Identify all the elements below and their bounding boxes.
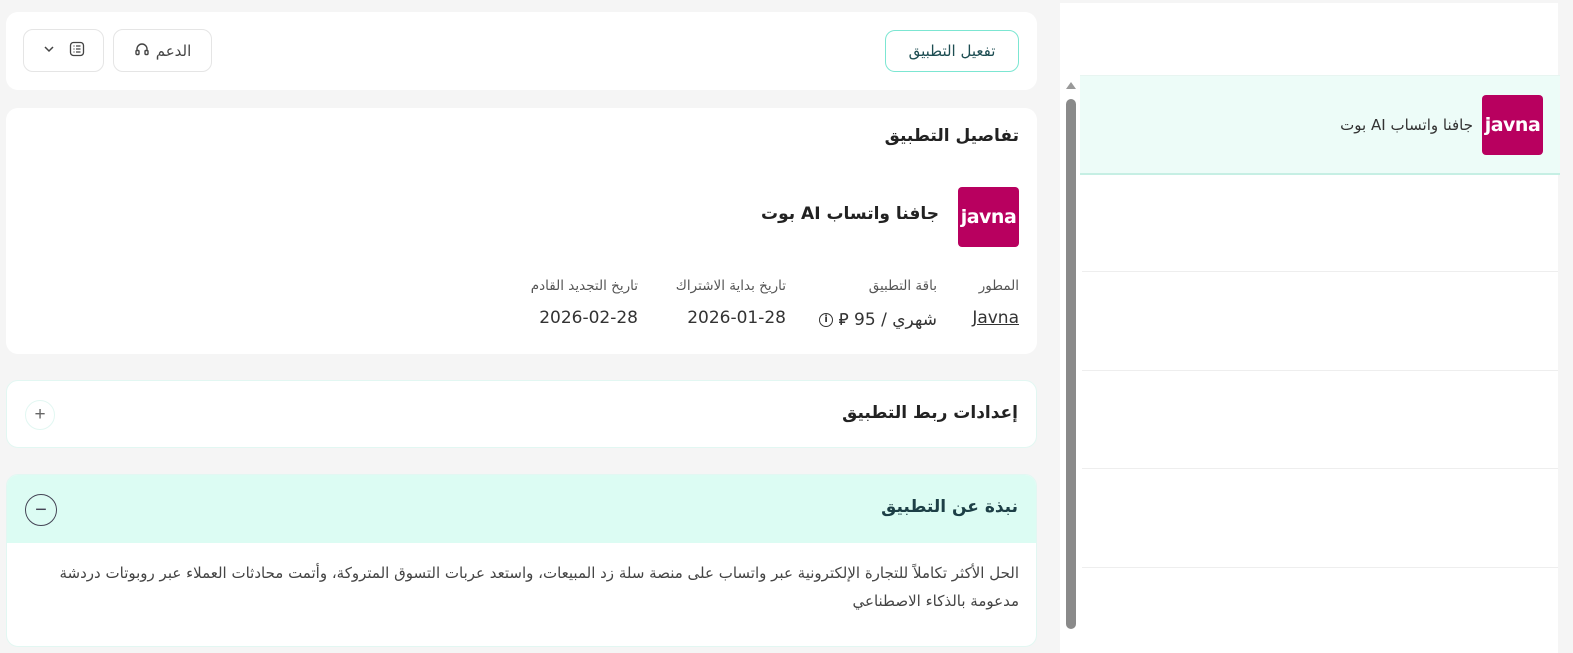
list-item[interactable]: javna جافنا واتساب AI بوت [1080, 75, 1560, 175]
app-screen: تفعيل التطبيق الدعم تفاصيل التطبيق javna… [0, 0, 1573, 653]
view-menu-dropdown[interactable] [23, 29, 104, 72]
scroll-up-arrow-icon[interactable] [1066, 82, 1076, 89]
developer-info: المطور Javna [972, 278, 1019, 328]
activate-app-button[interactable]: تفعيل التطبيق [885, 30, 1019, 72]
list-item-name: جافنا واتساب AI بوت [1340, 116, 1473, 134]
renewal-date-value: 2026-02-28 [539, 308, 638, 328]
list-divider [1082, 271, 1558, 272]
renewal-date-label: تاريخ التجديد القادم [530, 278, 638, 294]
about-description: الحل الأكثر تكاملاً للتجارة الإلكترونية … [59, 564, 1019, 610]
top-toolbar: تفعيل التطبيق الدعم [6, 12, 1037, 90]
developer-link[interactable]: Javna [972, 308, 1019, 328]
list-item-logo: javna [1482, 95, 1543, 155]
list-divider [1082, 468, 1558, 469]
linking-settings-accordion[interactable]: إعدادات ربط التطبيق + [6, 380, 1037, 448]
support-button[interactable]: الدعم [113, 29, 212, 72]
details-title: تفاصيل التطبيق [884, 126, 1019, 146]
info-icon[interactable]: i [819, 313, 834, 327]
linking-title: إعدادات ربط التطبيق [842, 403, 1018, 423]
app-details-card: تفاصيل التطبيق javna جافنا واتساب AI بوت… [6, 108, 1037, 354]
headphones-icon [134, 41, 150, 61]
minus-icon[interactable]: − [25, 494, 57, 526]
about-header[interactable]: نبذة عن التطبيق − [7, 475, 1036, 543]
plus-icon[interactable]: + [25, 400, 55, 430]
list-divider [1082, 567, 1558, 568]
chevron-down-icon [43, 43, 55, 58]
plan-value: شهري / 95 ⃁ [838, 310, 937, 330]
start-date-value: 2026-01-28 [687, 308, 786, 328]
about-title: نبذة عن التطبيق [881, 497, 1018, 517]
renewal-date-info: تاريخ التجديد القادم 2026-02-28 [531, 278, 638, 328]
main-content: تفعيل التطبيق الدعم تفاصيل التطبيق javna… [6, 12, 1037, 647]
list-icon [69, 41, 85, 60]
plan-info: باقة التطبيق شهري / 95 ⃁ i [815, 278, 937, 330]
list-divider [1082, 370, 1558, 371]
scrollbar-thumb[interactable] [1066, 99, 1076, 629]
about-accordion: نبذة عن التطبيق − الحل الأكثر تكاملاً لل… [6, 474, 1037, 647]
plan-label: باقة التطبيق [868, 278, 937, 294]
developer-label: المطور [978, 278, 1019, 294]
start-date-info: تاريخ بداية الاشتراك 2026-01-28 [676, 278, 786, 328]
app-logo: javna [958, 187, 1019, 247]
support-label: الدعم [155, 41, 192, 60]
app-name: جافنا واتساب AI بوت [761, 204, 939, 224]
start-date-label: تاريخ بداية الاشتراك [675, 278, 786, 294]
